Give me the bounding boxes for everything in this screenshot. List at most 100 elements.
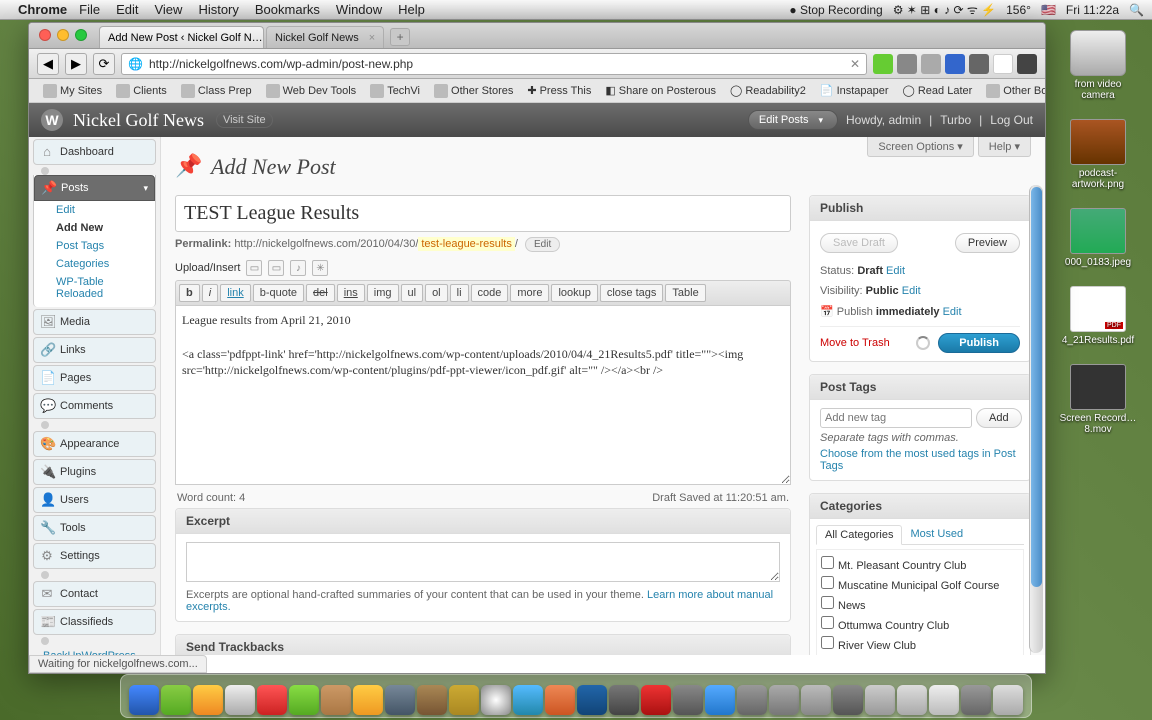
dock-trash[interactable] xyxy=(993,685,1023,715)
excerpt-textarea[interactable] xyxy=(186,542,780,582)
publish-button[interactable]: Publish xyxy=(938,333,1020,353)
categories-heading[interactable]: Categories xyxy=(810,494,1030,519)
edit-status-link[interactable]: Edit xyxy=(886,265,905,277)
qt-closetags[interactable]: close tags xyxy=(600,284,664,302)
qt-ol[interactable]: ol xyxy=(425,284,448,302)
sidebar-settings[interactable]: ⚙Settings xyxy=(33,543,156,569)
publish-heading[interactable]: Publish xyxy=(810,196,1030,221)
dock-app[interactable] xyxy=(417,685,447,715)
qt-img[interactable]: img xyxy=(367,284,399,302)
menu-history[interactable]: History xyxy=(198,2,238,17)
dock-app[interactable] xyxy=(321,685,351,715)
wrench-icon[interactable] xyxy=(1017,54,1037,74)
app-name[interactable]: Chrome xyxy=(18,2,67,17)
reload-button[interactable]: ⟳ xyxy=(93,53,115,75)
sidebar-comments[interactable]: 💬Comments xyxy=(33,393,156,419)
dock-app[interactable] xyxy=(641,685,671,715)
dock-app[interactable] xyxy=(289,685,319,715)
browser-tab[interactable]: Nickel Golf News× xyxy=(266,26,384,48)
dock-app[interactable] xyxy=(385,685,415,715)
bookmark-folder[interactable]: Clients xyxy=(110,82,173,100)
bookmark-folder[interactable]: Class Prep xyxy=(175,82,258,100)
categories-tab-all[interactable]: All Categories xyxy=(816,525,902,545)
category-checkbox[interactable]: Muscatine Municipal Golf Course xyxy=(821,574,1019,594)
menu-file[interactable]: File xyxy=(79,2,100,17)
permalink-edit-button[interactable]: Edit xyxy=(525,237,560,252)
dock-app[interactable] xyxy=(673,685,703,715)
menu-window[interactable]: Window xyxy=(336,2,382,17)
sidebar-classifieds[interactable]: 📰Classifieds xyxy=(33,609,156,635)
save-draft-button[interactable]: Save Draft xyxy=(820,233,898,253)
browser-tab-active[interactable]: Add New Post ‹ Nickel Golf N…× xyxy=(99,26,264,48)
sidebar-posts-categories[interactable]: Categories xyxy=(34,255,155,273)
extension-icon[interactable] xyxy=(897,54,917,74)
bookmark-folder[interactable]: Other Stores xyxy=(428,82,519,100)
categories-tab-used[interactable]: Most Used xyxy=(902,525,971,544)
desktop-icon-pdf[interactable]: 4_21Results.pdf xyxy=(1058,286,1138,346)
dock-app[interactable] xyxy=(961,685,991,715)
qt-bquote[interactable]: b-quote xyxy=(253,284,304,302)
bookmark-folder[interactable]: TechVi xyxy=(364,82,426,100)
edit-posts-dropdown[interactable]: Edit Posts xyxy=(748,110,838,130)
sidebar-users[interactable]: 👤Users xyxy=(33,487,156,513)
sidebar-backup[interactable]: BackUpWordPress xyxy=(29,645,160,655)
qt-more[interactable]: more xyxy=(510,284,549,302)
category-checkbox[interactable]: River View Club xyxy=(821,634,1019,654)
forward-button[interactable]: ▶ xyxy=(65,53,87,75)
preview-button[interactable]: Preview xyxy=(955,233,1020,253)
sidebar-posts[interactable]: 📌Posts▾ xyxy=(34,175,155,201)
bookmark-item[interactable]: ✚ Press This xyxy=(521,82,597,99)
new-tab-button[interactable]: + xyxy=(390,28,410,46)
back-button[interactable]: ◀ xyxy=(37,53,59,75)
bookmark-item[interactable]: ◯ Read Later xyxy=(897,82,979,99)
extension-icon[interactable] xyxy=(921,54,941,74)
trackbacks-heading[interactable]: Send Trackbacks xyxy=(176,635,790,655)
sidebar-posts-addnew[interactable]: Add New xyxy=(34,219,155,237)
dock-app[interactable] xyxy=(833,685,863,715)
wordpress-logo-icon[interactable]: W xyxy=(41,109,63,131)
dock-app[interactable] xyxy=(737,685,767,715)
window-zoom-button[interactable] xyxy=(75,29,87,41)
post-tags-heading[interactable]: Post Tags xyxy=(810,375,1030,400)
dock-app[interactable] xyxy=(449,685,479,715)
edit-visibility-link[interactable]: Edit xyxy=(902,285,921,297)
bookmark-folder[interactable]: My Sites xyxy=(37,82,108,100)
bookmark-item[interactable]: ◯ Readability2 xyxy=(724,82,812,99)
extension-icon[interactable] xyxy=(873,54,893,74)
tag-input[interactable] xyxy=(820,408,972,428)
screen-options-tab[interactable]: Screen Options ▾ xyxy=(867,137,973,157)
sidebar-links[interactable]: 🔗Links xyxy=(33,337,156,363)
dock-ical[interactable] xyxy=(257,685,287,715)
dock-photoshop[interactable] xyxy=(577,685,607,715)
flag-icon[interactable]: 🇺🇸 xyxy=(1041,3,1056,17)
qt-bold[interactable]: b xyxy=(179,284,200,302)
permalink-slug[interactable]: test-league-results xyxy=(418,237,515,251)
spotlight-icon[interactable]: 🔍 xyxy=(1129,3,1144,17)
menubar-temp[interactable]: 156° xyxy=(1006,3,1031,17)
sidebar-plugins[interactable]: 🔌Plugins xyxy=(33,459,156,485)
dock-app[interactable] xyxy=(545,685,575,715)
category-checkbox[interactable]: Mt. Pleasant Country Club xyxy=(821,554,1019,574)
category-checkbox[interactable]: Ottumwa Country Club xyxy=(821,614,1019,634)
qt-ul[interactable]: ul xyxy=(401,284,424,302)
tab-close-icon[interactable]: × xyxy=(369,32,375,44)
menubar-clock[interactable]: Fri 11:22a xyxy=(1066,3,1119,17)
logout-link[interactable]: Log Out xyxy=(990,113,1033,127)
desktop-icon-podcast-artwork[interactable]: podcast-artwork.png xyxy=(1058,119,1138,190)
window-close-button[interactable] xyxy=(39,29,51,41)
dock-app[interactable] xyxy=(225,685,255,715)
dock-app[interactable] xyxy=(353,685,383,715)
bookmark-item[interactable]: 📄 Instapaper xyxy=(814,82,895,99)
sidebar-contact[interactable]: ✉Contact xyxy=(33,581,156,607)
dock-app[interactable] xyxy=(865,685,895,715)
stop-recording-menu[interactable]: ● Stop Recording xyxy=(789,3,882,17)
add-audio-icon[interactable]: ♪ xyxy=(290,260,306,276)
site-title[interactable]: Nickel Golf News xyxy=(73,110,204,131)
sidebar-posts-edit[interactable]: Edit xyxy=(34,201,155,219)
sidebar-media[interactable]: 🖼Media xyxy=(33,309,156,335)
post-content-textarea[interactable] xyxy=(175,305,791,485)
add-media-icon[interactable]: ✳ xyxy=(312,260,328,276)
dock-app[interactable] xyxy=(481,685,511,715)
sidebar-dashboard[interactable]: ⌂Dashboard xyxy=(33,139,156,165)
stop-loading-icon[interactable]: ✕ xyxy=(850,57,860,71)
